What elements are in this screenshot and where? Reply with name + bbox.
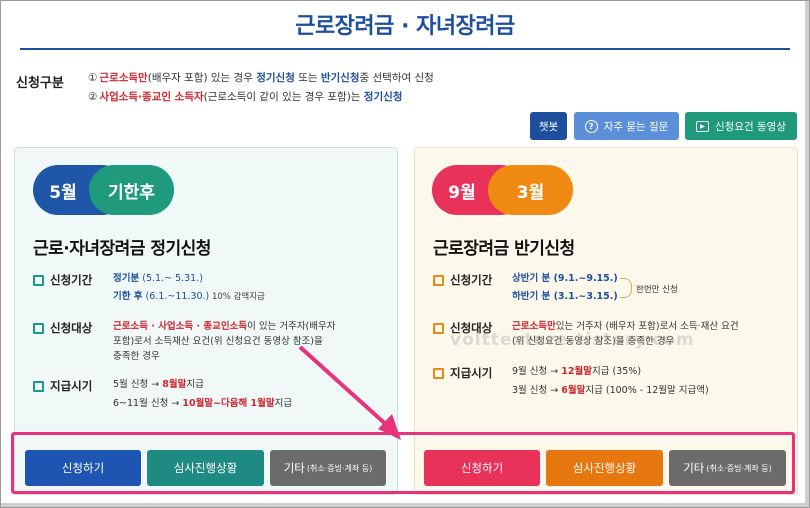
- annotation-arrow-icon: [298, 345, 401, 440]
